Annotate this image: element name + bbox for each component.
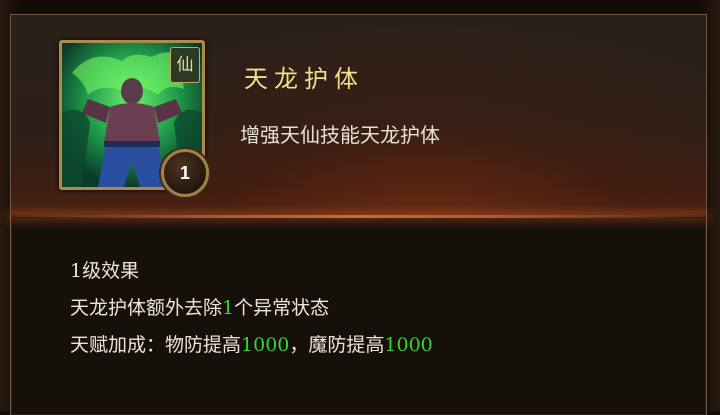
skill-title: 天龙护体 [244, 65, 364, 93]
effect-level-number: 1 [70, 260, 83, 282]
skill-tooltip-panel: 仙 1 天龙护体 增强天仙技能天龙护体 1级效果 天龙护体额外去除1个异常状态 … [10, 14, 707, 415]
skill-description: 增强天仙技能天龙护体 [240, 123, 440, 147]
effect-line-1: 天龙护体额外去除1个异常状态 [70, 290, 433, 327]
class-badge: 仙 [170, 47, 200, 83]
magic-defense-value: 1000 [384, 334, 433, 356]
effects-section: 1级效果 天龙护体额外去除1个异常状态 天赋加成：物防提高1000，魔防提高10… [70, 253, 433, 364]
effect-line-1-value: 1 [222, 297, 235, 319]
effect-line-2: 天赋加成：物防提高1000，魔防提高1000 [70, 327, 433, 364]
effect-line-1-prefix: 天龙护体额外去除 [70, 297, 223, 319]
physical-defense-value: 1000 [241, 334, 290, 356]
effect-line-2-prefix: 天赋加成：物防提高 [70, 334, 242, 356]
effect-line-1-suffix: 个异常状态 [234, 297, 330, 319]
effect-level-header: 1级效果 [70, 253, 433, 290]
skill-level-badge: 1 [161, 149, 209, 197]
effect-line-2-middle: ，魔防提高 [289, 334, 385, 356]
header-divider [11, 215, 706, 218]
effect-level-text: 级效果 [82, 260, 140, 282]
